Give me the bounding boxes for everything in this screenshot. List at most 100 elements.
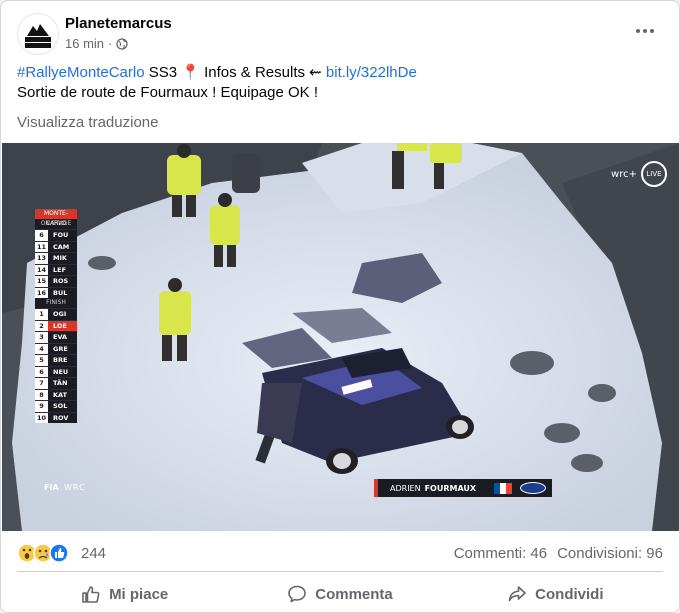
like-label: Mi piace [109, 585, 169, 603]
marshal-5 [232, 153, 260, 193]
tower-row: 15 ROS [35, 275, 77, 287]
post-image[interactable]: MONTE-CARLO ON STAGE 6 FOU 11 CAM 13 MIK 14 LEF… [2, 143, 679, 531]
tower-position: 4 [35, 343, 48, 354]
shares-count[interactable]: Condivisioni: 96 [557, 545, 663, 562]
like-button[interactable]: Mi piace [17, 577, 232, 611]
tower-position: 15 [35, 276, 48, 287]
tower-position: 6 [35, 366, 48, 377]
author-name[interactable]: Planetemarcus [65, 15, 172, 32]
tower-row: 6 NEU [35, 365, 77, 377]
tower-driver-code: MIK [53, 254, 67, 262]
share-icon [508, 586, 526, 602]
tower-position: 6 [35, 230, 48, 241]
driver-caption: ADRIEN FOURMAUX [374, 479, 552, 497]
driver-last-name: FOURMAUX [424, 483, 477, 493]
action-bar: Mi piace Commenta Condividi [17, 577, 663, 611]
globe-icon [116, 37, 129, 50]
tower-position: 8 [35, 389, 48, 400]
post-card: Planetemarcus 16 min · #RallyeMonteCarlo… [0, 0, 680, 613]
tower-row: 1 OGI [35, 308, 77, 320]
comment-button[interactable]: Commenta [232, 577, 447, 611]
tower-driver-code: BUL [53, 288, 68, 297]
comment-icon [288, 585, 307, 603]
tower-row: 11 CAM [35, 240, 77, 252]
divider [17, 571, 663, 572]
share-label: Condividi [535, 585, 604, 603]
tower-row: 6 FOU [35, 229, 77, 241]
timing-tower: MONTE-CARLO ON STAGE 6 FOU 11 CAM 13 MIK 14 LEF… [35, 209, 77, 423]
infos-text: Infos & Results [199, 64, 310, 81]
tower-row: 14 LEF [35, 263, 77, 275]
avatar[interactable] [17, 13, 59, 55]
comment-label: Commenta [315, 585, 393, 603]
arrow-icon: ⇜ [309, 64, 322, 81]
finish-list: 1 OGI 2 LOE 3 EVA 4 GRE 5 BRE 6 NEU 7 TÄN 8 KAT 9 SOL 10 RO… [35, 308, 77, 423]
tower-driver-code: LEF [53, 265, 67, 274]
hashtag-link[interactable]: #RallyeMonteCarlo [17, 64, 145, 81]
tower-driver-code: ROV [53, 413, 69, 422]
post-text-line-2: Sortie de route de Fourmaux ! Equipage O… [17, 84, 319, 101]
tower-title: MONTE-CARLO [35, 209, 77, 227]
fia-logo: FIA [44, 483, 59, 492]
tower-position: 2 [35, 320, 48, 331]
tower-row: 2 LOE [35, 319, 77, 331]
on-stage-label: ON STAGE [40, 220, 72, 227]
tower-driver-code: TÄN [53, 379, 68, 387]
rally-crash-scene [2, 143, 679, 531]
planetemarcus-logo [19, 15, 57, 53]
france-flag-icon [494, 482, 513, 494]
tower-position: 5 [35, 355, 48, 366]
finish-label: FINISH [46, 299, 66, 306]
tower-driver-code: EVA [53, 333, 68, 341]
post-meta: 16 min · [65, 36, 129, 51]
reaction-icons[interactable] [17, 542, 77, 564]
tower-driver-code: NEU [53, 367, 69, 376]
post-stats: Commenti: 46 Condivisioni: 96 [454, 545, 663, 562]
post-time[interactable]: 16 min [65, 36, 104, 51]
tower-driver-code: ROS [53, 277, 69, 285]
ford-logo-icon [520, 482, 547, 494]
tower-position: 11 [35, 241, 48, 252]
pin-icon: 📍 [181, 64, 200, 81]
comments-count[interactable]: Commenti: 46 [454, 545, 547, 562]
tower-row: 7 TÄN [35, 377, 77, 389]
tower-position: 3 [35, 332, 48, 343]
tower-row: 8 KAT [35, 388, 77, 400]
tower-row: 13 MIK [35, 252, 77, 264]
share-button[interactable]: Condividi [448, 577, 663, 611]
tower-driver-code: FOU [53, 231, 69, 239]
post-text-line-1: #RallyeMonteCarlo SS3 📍 Infos & Results … [17, 63, 663, 83]
tower-position: 16 [35, 287, 48, 298]
tower-position: 1 [35, 309, 48, 320]
more-options-button[interactable] [629, 15, 661, 47]
tower-row: 5 BRE [35, 354, 77, 366]
tower-position: 14 [35, 264, 48, 275]
tower-row: 16 BUL [35, 286, 77, 298]
wrc-logo: WRC [64, 483, 86, 492]
tower-position: 10 [35, 412, 48, 423]
like-icon [49, 543, 69, 563]
tower-row: 3 EVA [35, 331, 77, 343]
broadcast-badge: wrc+ LIVE [611, 161, 667, 187]
tower-driver-code: BRE [53, 356, 68, 364]
tower-row: 4 GRE [35, 342, 77, 354]
translate-link[interactable]: Visualizza traduzione [17, 114, 158, 131]
reactions-row: 244 Commenti: 46 Condivisioni: 96 [17, 541, 663, 565]
live-label: LIVE [641, 161, 667, 187]
post-text: #RallyeMonteCarlo SS3 📍 Infos & Results … [17, 63, 663, 103]
tower-driver-code: KAT [53, 390, 67, 399]
tower-driver-code: CAM [53, 242, 70, 251]
tower-driver-code: SOL [53, 402, 68, 410]
short-link[interactable]: bit.ly/322lhDe [326, 64, 417, 81]
reaction-count[interactable]: 244 [81, 545, 106, 562]
tower-position: 7 [35, 378, 48, 389]
tower-row: 9 SOL [35, 400, 77, 412]
tower-driver-code: OGI [53, 310, 67, 318]
more-icon [636, 29, 654, 33]
tower-driver-code: GRE [53, 344, 68, 353]
tower-position: 13 [35, 253, 48, 264]
broadcaster-logo: wrc+ [611, 168, 637, 180]
stage-text: SS3 [144, 64, 182, 81]
tower-position: 9 [35, 401, 48, 412]
thumbs-up-icon [82, 586, 100, 603]
